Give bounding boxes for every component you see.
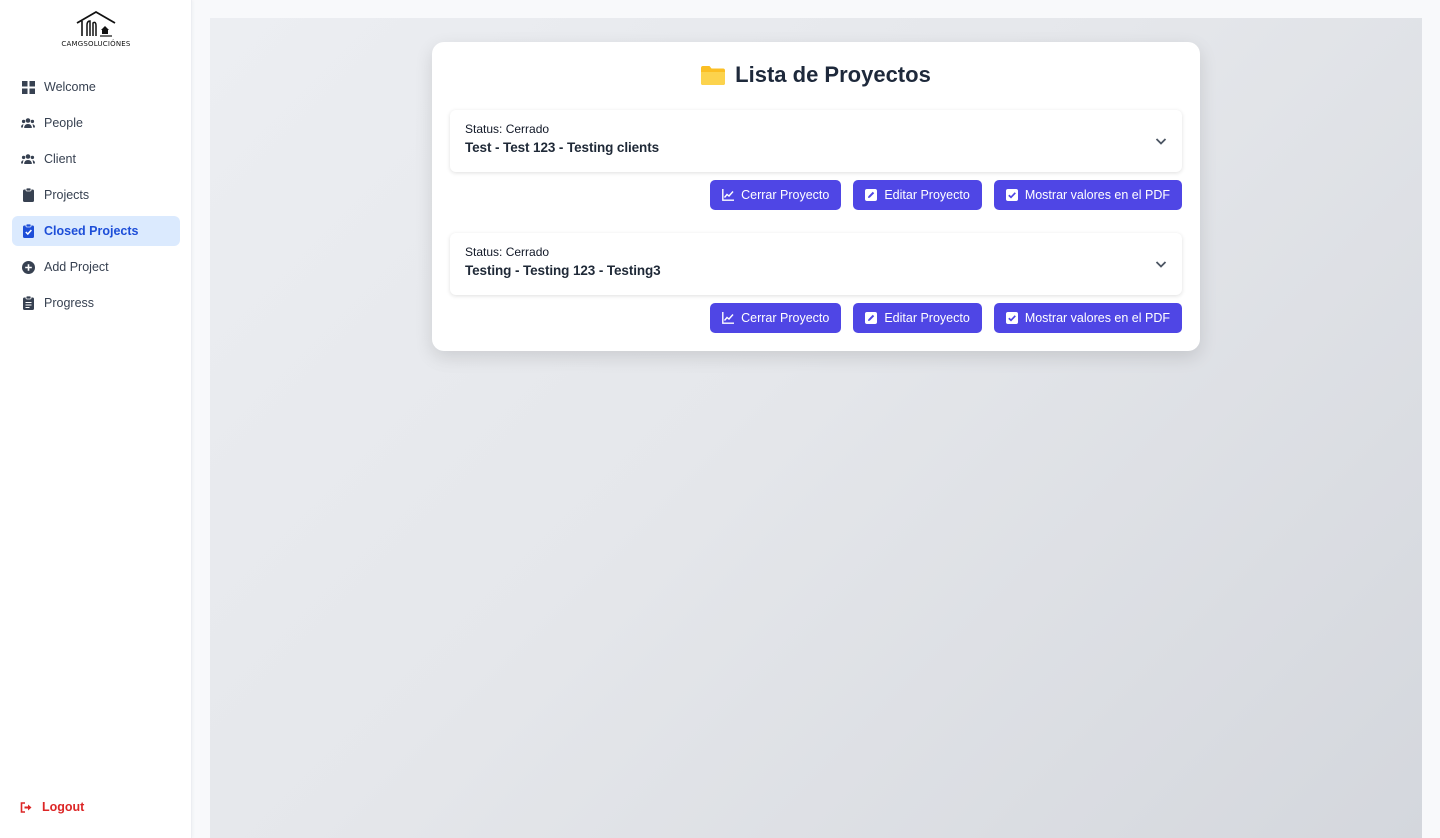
project-status: Status: Cerrado [465,122,550,136]
sidebar-item-client[interactable]: Client [12,144,180,174]
close-project-button[interactable]: Cerrar Proyecto [710,303,842,333]
clipboard-list-icon [21,296,35,310]
button-label: Cerrar Proyecto [741,311,830,325]
button-label: Cerrar Proyecto [741,188,830,202]
page-title: Lista de Proyectos [432,60,1200,90]
brand-name: CAMGSOLUCIÓNES [61,40,131,48]
chevron-down-icon[interactable] [1154,134,1168,148]
edit-icon [865,312,878,324]
sidebar-item-label: Welcome [44,80,96,94]
project-accordion[interactable]: Status: Cerrado Testing - Testing 123 - … [450,233,1182,295]
sidebar-item-label: People [44,116,83,130]
logout-label: Logout [42,800,85,814]
page-title-text: Lista de Proyectos [735,62,931,87]
sidebar-item-closed-projects[interactable]: Closed Projects [12,216,180,246]
edit-project-button[interactable]: Editar Proyecto [853,303,982,333]
sidebar-item-people[interactable]: People [12,108,180,138]
check-square-icon [1005,312,1018,324]
sidebar: CAMGSOLUCIÓNES Welcome People Client Pro… [0,0,192,838]
clipboard-check-icon [21,224,35,238]
button-label: Mostrar valores en el PDF [1024,311,1170,325]
sidebar-item-label: Progress [44,296,95,310]
brand-logo[interactable]: CAMGSOLUCIÓNES [0,10,192,52]
app-root: CAMGSOLUCIÓNES Welcome People Client Pro… [0,0,1440,838]
sidebar-item-progress[interactable]: Progress [12,288,180,318]
close-project-button[interactable]: Cerrar Proyecto [710,180,842,210]
sign-out-icon [20,800,34,814]
sidebar-item-label: Closed Projects [44,224,139,238]
users-icon [21,152,35,166]
check-square-icon [1005,189,1018,201]
project-actions: Cerrar Proyecto Editar Proyecto Mostrar … [710,180,1182,210]
sidebar-nav: Welcome People Client Projects Closed Pr… [12,72,180,324]
button-label: Editar Proyecto [884,188,970,202]
project-name: Test - Test 123 - Testing clients [465,140,659,155]
logout-button[interactable]: Logout [20,800,84,814]
button-label: Editar Proyecto [884,311,970,325]
grid-icon [21,80,35,94]
chart-line-icon [722,312,735,324]
chevron-down-icon[interactable] [1154,257,1168,271]
folder-icon [701,65,726,85]
house-logo-icon [76,10,116,37]
show-pdf-values-button[interactable]: Mostrar valores en el PDF [993,180,1182,210]
sidebar-item-label: Client [44,152,76,166]
sidebar-item-label: Projects [44,188,90,202]
show-pdf-values-button[interactable]: Mostrar valores en el PDF [993,303,1182,333]
project-actions: Cerrar Proyecto Editar Proyecto Mostrar … [710,303,1182,333]
project-status: Status: Cerrado [465,245,550,259]
project-name: Testing - Testing 123 - Testing3 [465,263,661,278]
sidebar-item-projects[interactable]: Projects [12,180,180,210]
sidebar-item-welcome[interactable]: Welcome [12,72,180,102]
clipboard-icon [21,188,35,202]
button-label: Mostrar valores en el PDF [1024,188,1170,202]
users-icon [21,116,35,130]
projects-card: Lista de Proyectos Status: Cerrado Test … [432,42,1200,351]
plus-circle-icon [21,260,35,274]
edit-icon [865,189,878,201]
sidebar-item-add-project[interactable]: Add Project [12,252,180,282]
sidebar-item-label: Add Project [44,260,109,274]
project-accordion[interactable]: Status: Cerrado Test - Test 123 - Testin… [450,110,1182,172]
chart-line-icon [722,189,735,201]
edit-project-button[interactable]: Editar Proyecto [853,180,982,210]
main-content: Lista de Proyectos Status: Cerrado Test … [210,18,1422,838]
